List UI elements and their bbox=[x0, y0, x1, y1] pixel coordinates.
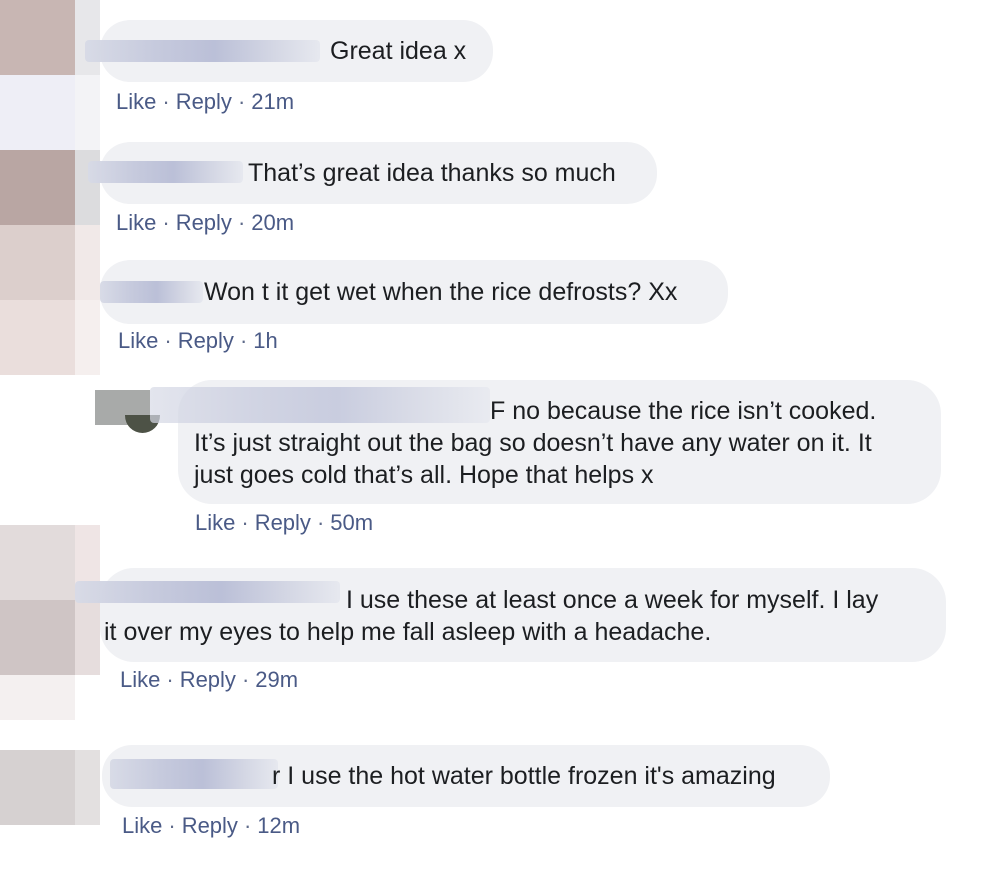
redacted-name bbox=[150, 387, 490, 423]
comment-bubble: r I use the hot water bottle frozen it's… bbox=[102, 745, 830, 807]
comment-text-line: it over my eyes to help me fall asleep w… bbox=[104, 618, 712, 646]
avatar bbox=[75, 300, 100, 375]
redacted-name bbox=[75, 581, 340, 603]
like-link[interactable]: Like bbox=[195, 510, 235, 535]
reply-link[interactable]: Reply bbox=[182, 813, 238, 838]
avatar bbox=[0, 300, 75, 375]
timestamp: 50m bbox=[330, 510, 374, 535]
comment-text-line: I use these at least once a week for mys… bbox=[346, 586, 879, 614]
avatar bbox=[0, 150, 75, 225]
comment-bubble: Won t it get wet when the rice defrosts?… bbox=[100, 260, 728, 324]
avatar bbox=[0, 0, 75, 75]
avatar bbox=[75, 225, 100, 300]
reply-link[interactable]: Reply bbox=[176, 210, 232, 235]
separator: · bbox=[241, 667, 250, 692]
avatar bbox=[75, 0, 100, 75]
separator: · bbox=[162, 210, 170, 235]
avatar bbox=[75, 75, 100, 150]
comment-bubble: That’s great idea thanks so much bbox=[88, 142, 657, 204]
separator: · bbox=[162, 89, 170, 114]
separator: · bbox=[164, 328, 172, 353]
separator: · bbox=[316, 510, 325, 535]
comment-actions: Like · Reply · 20m bbox=[116, 210, 294, 236]
comment-text: Great idea x bbox=[330, 37, 467, 65]
comment-text: That’s great idea thanks so much bbox=[248, 159, 616, 187]
reply-link[interactable]: Reply bbox=[178, 328, 234, 353]
comment-text: r I use the hot water bottle frozen it's… bbox=[272, 762, 776, 790]
timestamp: 21m bbox=[251, 89, 295, 114]
like-link[interactable]: Like bbox=[118, 328, 158, 353]
redacted-name bbox=[110, 759, 278, 789]
redacted-name bbox=[85, 40, 320, 62]
like-link[interactable]: Like bbox=[116, 89, 156, 114]
comment-text: Won t it get wet when the rice defrosts?… bbox=[204, 278, 678, 306]
timestamp: 29m bbox=[255, 667, 299, 692]
comment-text-line: F no because the rice isn’t cooked. bbox=[490, 397, 877, 425]
like-link[interactable]: Like bbox=[116, 210, 156, 235]
separator: · bbox=[243, 813, 252, 838]
avatar bbox=[0, 75, 75, 150]
comment-bubble: Great idea x bbox=[85, 20, 493, 82]
avatar bbox=[0, 225, 75, 300]
avatar bbox=[75, 600, 100, 675]
separator: · bbox=[166, 667, 174, 692]
avatar bbox=[0, 750, 75, 825]
avatar bbox=[0, 675, 75, 720]
separator: · bbox=[237, 210, 246, 235]
reply-link[interactable]: Reply bbox=[180, 667, 236, 692]
timestamp: 20m bbox=[251, 210, 295, 235]
comment-text-line: just goes cold that’s all. Hope that hel… bbox=[194, 461, 654, 489]
avatar bbox=[0, 600, 75, 675]
comment-actions: Like · Reply · 21m bbox=[116, 89, 294, 115]
comment-bubble: I use these at least once a week for mys… bbox=[75, 568, 946, 662]
separator: · bbox=[168, 813, 176, 838]
comment-actions: Like · Reply · 12m bbox=[122, 813, 300, 839]
separator: · bbox=[241, 510, 249, 535]
comment-bubble: F no because the rice isn’t cooked. It’s… bbox=[150, 380, 941, 504]
like-link[interactable]: Like bbox=[120, 667, 160, 692]
reply-link[interactable]: Reply bbox=[176, 89, 232, 114]
comment-text-line: It’s just straight out the bag so doesn’… bbox=[194, 429, 872, 457]
comment-actions: Like · Reply · 29m bbox=[120, 667, 298, 693]
timestamp: 12m bbox=[257, 813, 301, 838]
avatar bbox=[0, 525, 75, 600]
redacted-name bbox=[88, 161, 243, 183]
comment-actions: Like · Reply · 1h bbox=[118, 328, 278, 354]
timestamp: 1h bbox=[253, 328, 278, 353]
avatar bbox=[75, 750, 100, 825]
redacted-name bbox=[100, 281, 203, 303]
reply-link[interactable]: Reply bbox=[255, 510, 311, 535]
comment-actions: Like · Reply · 50m bbox=[195, 510, 373, 536]
separator: · bbox=[237, 89, 246, 114]
separator: · bbox=[239, 328, 248, 353]
like-link[interactable]: Like bbox=[122, 813, 162, 838]
